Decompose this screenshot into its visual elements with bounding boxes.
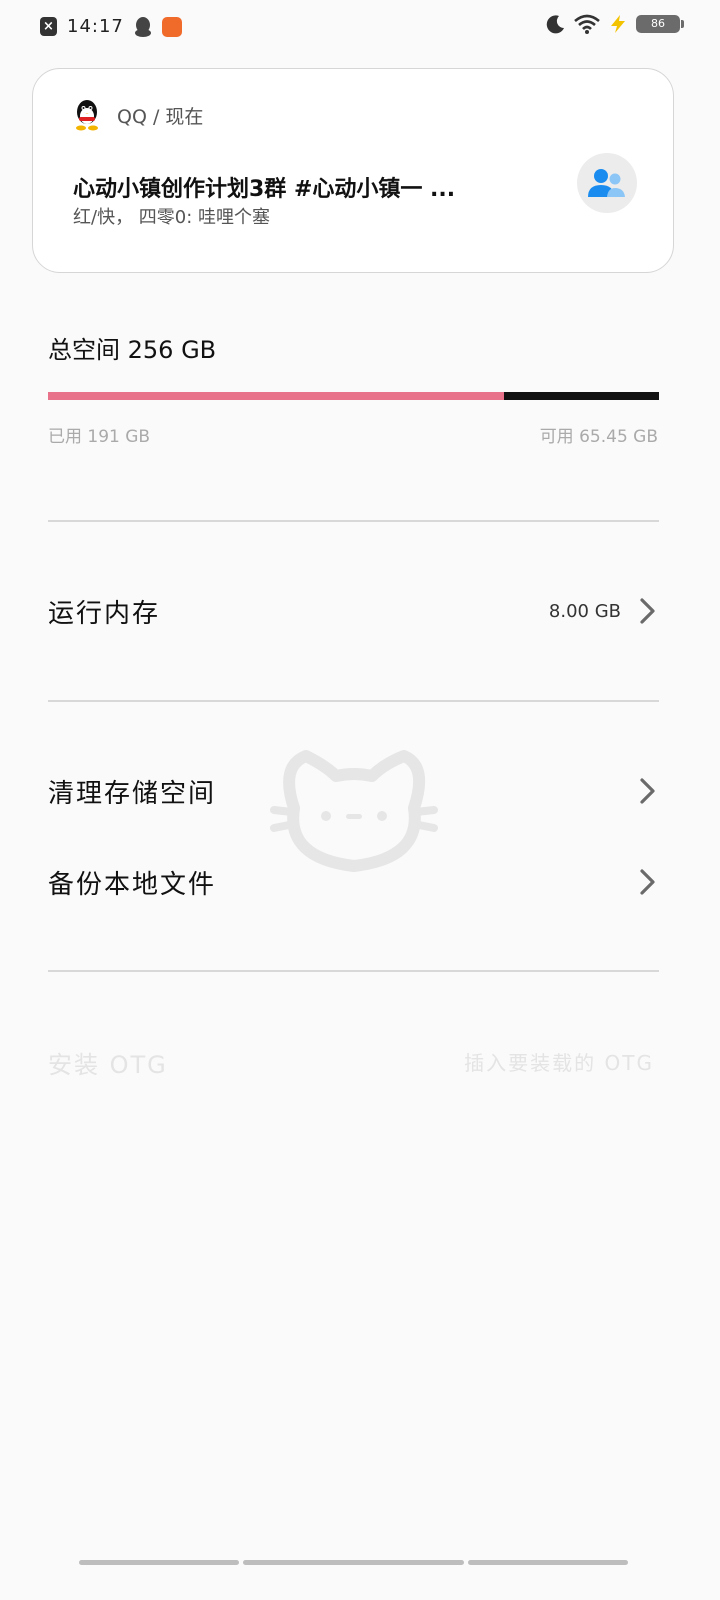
status-bar-right: 86 <box>546 14 684 34</box>
status-time: 14:17 <box>67 16 124 37</box>
charging-icon <box>611 15 625 33</box>
used-storage-label: 已用 191 GB <box>48 427 151 447</box>
ram-value: 8.00 GB <box>548 600 621 622</box>
divider <box>48 700 659 702</box>
install-otg-label: 安装 OTG <box>48 1051 168 1079</box>
storage-usage-bar <box>48 392 659 400</box>
backup-files-row[interactable]: 备份本地文件 <box>48 857 659 907</box>
clean-storage-label: 清理存储空间 <box>48 778 217 809</box>
divider <box>48 520 659 522</box>
ram-row[interactable]: 运行内存 8.00 GB <box>48 586 659 636</box>
moon-icon <box>546 15 564 34</box>
battery-level: 86 <box>651 17 665 30</box>
gesture-bar-segment[interactable] <box>243 1560 464 1565</box>
qq-penguin-icon <box>76 100 98 131</box>
chevron-right-icon <box>640 778 655 804</box>
notification-app-name: QQ / 现在 <box>117 105 204 128</box>
available-storage-label: 可用 65.45 GB <box>539 427 658 447</box>
gesture-bar-segment[interactable] <box>79 1560 239 1565</box>
close-app-icon: × <box>40 17 57 36</box>
storage-used-fill <box>48 392 504 400</box>
storage-settings-page: × 14:17 86 QQ / 现在 心动小镇创作计划3群 #心动小镇一 ...… <box>0 0 720 1600</box>
clean-storage-row[interactable]: 清理存储空间 <box>48 766 659 816</box>
gesture-bar-segment[interactable] <box>468 1560 628 1565</box>
battery-icon: 86 <box>636 15 684 33</box>
notification-body: 红/快， 四零0: 哇哩个塞 <box>73 207 271 228</box>
otg-hint: 插入要装载的 OTG <box>464 1051 654 1075</box>
qq-penguin-icon <box>134 16 151 37</box>
divider <box>48 970 659 972</box>
group-avatar-icon <box>577 153 637 213</box>
app-badge-icon <box>161 16 182 37</box>
backup-files-label: 备份本地文件 <box>48 869 217 900</box>
total-storage-label: 总空间 256 GB <box>48 336 217 364</box>
wifi-icon <box>574 14 600 34</box>
status-bar-left: × 14:17 <box>40 16 182 37</box>
chevron-right-icon <box>640 598 655 624</box>
chevron-right-icon <box>640 869 655 895</box>
notification-header: QQ / 现在 <box>73 99 203 131</box>
qq-notification-card[interactable]: QQ / 现在 心动小镇创作计划3群 #心动小镇一 ... 红/快， 四零0: … <box>32 68 674 273</box>
status-bar: × 14:17 86 <box>0 0 720 56</box>
notification-title: 心动小镇创作计划3群 #心动小镇一 ... <box>73 177 456 202</box>
ram-label: 运行内存 <box>48 598 161 629</box>
